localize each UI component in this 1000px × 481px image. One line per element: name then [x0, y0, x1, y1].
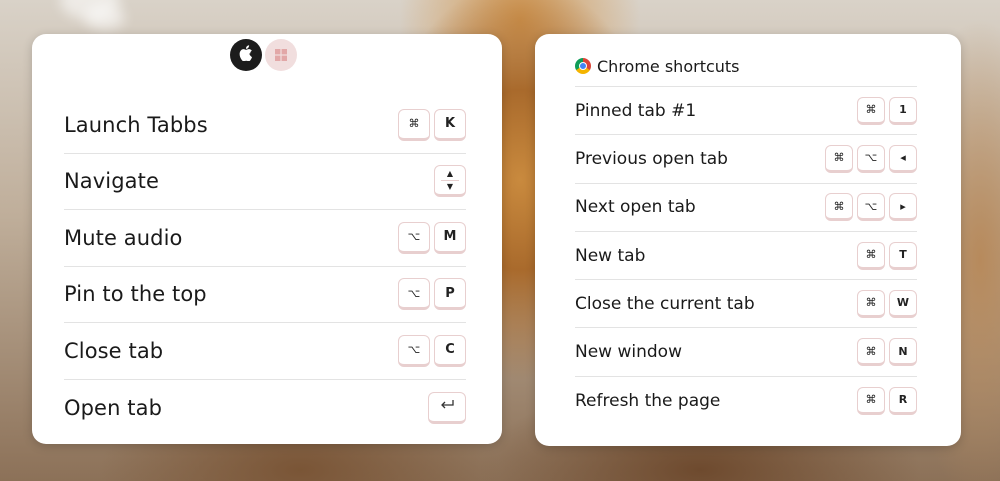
shortcut-label: Refresh the page [575, 390, 721, 411]
k-key: K [434, 108, 466, 141]
arrow-down-icon: ▼ [446, 181, 454, 191]
key-combo: ⌘ R [857, 386, 917, 415]
command-key: ⌘ [857, 338, 885, 367]
key-combo: ⌘ N [857, 338, 917, 367]
tabbs-shortcuts-panel: Launch Tabbs ⌘ K Navigate ▲ ▼ ▲ ▼ Mute au… [32, 34, 502, 444]
n-key: N [889, 338, 917, 367]
windows-toggle-button[interactable] [265, 39, 297, 71]
shortcut-label: Previous open tab [575, 148, 728, 169]
key-combo: ⌘ W [857, 289, 917, 318]
key-combo [428, 391, 466, 424]
r-key: R [889, 386, 917, 415]
chrome-shortcut-list: Pinned tab #1 ⌘ 1 Previous open tab ⌘ ⌥ … [575, 87, 917, 425]
shortcut-label: Navigate [64, 169, 159, 194]
shortcut-row-open-tab[interactable]: Open tab [64, 380, 466, 437]
shortcut-label: Launch Tabbs [64, 112, 208, 137]
left-arrow-key: ◂ [889, 144, 917, 173]
command-key: ⌘ [857, 241, 885, 270]
option-key: ⌥ [398, 221, 430, 254]
mac-toggle-button[interactable] [230, 39, 262, 71]
key-combo: ⌥ P [398, 278, 466, 311]
shortcut-row-close-tab[interactable]: Close tab ⌥ C [64, 323, 466, 380]
shortcut-label: Pinned tab #1 [575, 100, 697, 121]
command-key: ⌘ [825, 144, 853, 173]
shortcut-label: New tab [575, 245, 646, 266]
option-key: ⌥ [398, 334, 430, 367]
panel-title: Chrome shortcuts [597, 56, 740, 76]
m-key: M [434, 221, 466, 254]
p-key: P [434, 278, 466, 311]
shortcut-row-pin-to-top[interactable]: Pin to the top ⌥ P [64, 267, 466, 323]
key-combo: ⌥ M [398, 221, 466, 254]
key-combo: ⌘ 1 [857, 96, 917, 125]
arrow-up-icon: ▲ [446, 168, 454, 178]
windows-icon [275, 46, 287, 65]
return-icon [439, 399, 455, 415]
key-combo: ⌘ K [398, 108, 466, 141]
key-combo: ⌘ T [857, 241, 917, 270]
shortcut-row-pinned-tab-1[interactable]: Pinned tab #1 ⌘ 1 [575, 87, 917, 136]
os-toggle [230, 39, 297, 71]
key-combo: ⌥ C [398, 334, 466, 367]
command-key: ⌘ [857, 289, 885, 318]
shortcut-row-mute-audio[interactable]: Mute audio ⌥ M [64, 210, 466, 267]
chrome-shortcuts-panel: Chrome shortcuts Pinned tab #1 ⌘ 1 Previ… [535, 34, 961, 446]
option-key: ⌥ [857, 144, 885, 173]
chrome-icon [575, 58, 591, 74]
key-combo: ⌘ ⌥ ◂ [825, 144, 917, 173]
right-arrow-key: ▸ [889, 193, 917, 222]
shortcut-row-new-window[interactable]: New window ⌘ N [575, 328, 917, 377]
shortcut-label: Close tab [64, 338, 164, 363]
shortcut-label: Close the current tab [575, 293, 755, 314]
command-key: ⌘ [857, 96, 885, 125]
c-key: C [434, 334, 466, 367]
key-combo: ▲ ▼ ▲ ▼ [434, 165, 466, 198]
chrome-shortcuts-header: Chrome shortcuts [575, 54, 917, 87]
shortcut-row-launch-tabbs[interactable]: Launch Tabbs ⌘ K [64, 97, 466, 154]
enter-key [428, 391, 466, 424]
command-key: ⌘ [398, 108, 430, 141]
shortcut-label: New window [575, 342, 682, 363]
background-bokeh [85, 5, 125, 30]
shortcut-label: Pin to the top [64, 282, 207, 307]
command-key: ⌘ [825, 193, 853, 222]
shortcut-row-close-current-tab[interactable]: Close the current tab ⌘ W [575, 280, 917, 329]
command-key: ⌘ [857, 386, 885, 415]
shortcut-row-previous-open-tab[interactable]: Previous open tab ⌘ ⌥ ◂ [575, 135, 917, 184]
1-key: 1 [889, 96, 917, 125]
shortcut-label: Mute audio [64, 225, 183, 250]
arrow-up-down-key: ▲ ▼ [434, 165, 466, 198]
t-key: T [889, 241, 917, 270]
shortcut-label: Open tab [64, 395, 162, 420]
shortcut-row-new-tab[interactable]: New tab ⌘ T [575, 232, 917, 281]
key-combo: ⌘ ⌥ ▸ [825, 193, 917, 222]
shortcut-row-navigate[interactable]: Navigate ▲ ▼ ▲ ▼ [64, 154, 466, 210]
option-key: ⌥ [857, 193, 885, 222]
shortcut-row-next-open-tab[interactable]: Next open tab ⌘ ⌥ ▸ [575, 184, 917, 232]
shortcut-row-refresh-page[interactable]: Refresh the page ⌘ R [575, 377, 917, 425]
option-key: ⌥ [398, 278, 430, 311]
apple-icon [239, 45, 253, 65]
w-key: W [889, 289, 917, 318]
tabbs-shortcut-list: Launch Tabbs ⌘ K Navigate ▲ ▼ ▲ ▼ Mute au… [64, 97, 466, 436]
shortcut-label: Next open tab [575, 197, 696, 218]
